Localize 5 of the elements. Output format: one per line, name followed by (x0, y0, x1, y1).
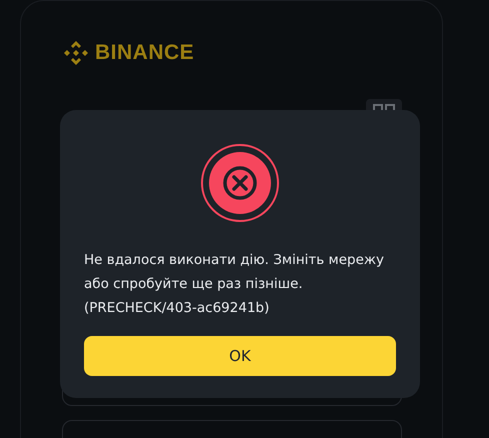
error-message: Не вдалося виконати дію. Змініть мережу або спробуйте ще раз пізніше.(PRECHECK/403-ac69241b) (84, 251, 386, 318)
diamond-logo-icon (62, 39, 90, 67)
brand-logo-text: BINANCE (95, 41, 194, 65)
ok-button[interactable]: OK (84, 336, 396, 376)
error-icon (200, 143, 280, 223)
